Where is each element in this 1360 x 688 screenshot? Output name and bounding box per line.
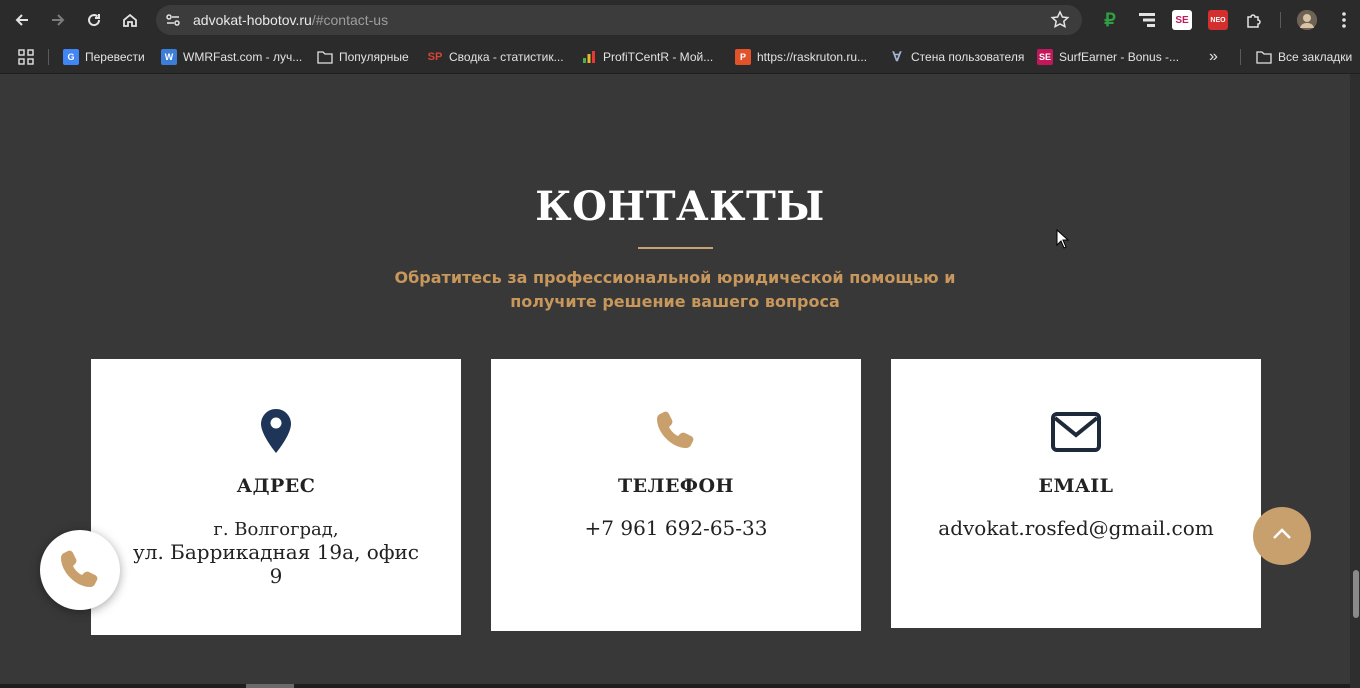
surfearner-extension-icon[interactable]: SE: [1172, 10, 1192, 30]
envelope-icon: [891, 412, 1261, 452]
site-settings-icon[interactable]: [164, 11, 182, 29]
sp-icon: SP: [427, 51, 443, 63]
chevron-up-icon: [1272, 527, 1292, 545]
bookmark-translate[interactable]: G Перевести: [63, 48, 145, 66]
surfearner-icon: SE: [1037, 49, 1053, 65]
url-text[interactable]: advokat-hobotov.ru/#contact-us: [193, 12, 388, 28]
bookmark-profitcentr[interactable]: ProfiTCentR - Мой...: [581, 48, 713, 66]
title-underline: [638, 247, 713, 249]
ruble-extension-icon[interactable]: ₽: [1100, 10, 1120, 30]
apps-grid-icon[interactable]: [18, 48, 34, 66]
email-heading: EMAIL: [1038, 475, 1114, 497]
mouse-cursor-icon: [1056, 228, 1070, 249]
all-bookmarks-label: Все закладки: [1278, 50, 1353, 64]
bookmark-label: WMRFast.com - луч...: [183, 50, 303, 64]
contacts-subtitle: Обратитесь за профессиональной юридическ…: [394, 268, 956, 311]
more-bookmarks-chevron-icon[interactable]: »: [1209, 48, 1218, 66]
google-translate-icon: G: [63, 49, 79, 65]
phone-icon: [491, 409, 861, 449]
bookmark-user-wall[interactable]: ∀ Стена пользователя: [889, 48, 1025, 66]
raskruton-icon: P: [735, 49, 751, 65]
bookmark-wmrfast[interactable]: W WMRFast.com - луч...: [161, 48, 302, 66]
horizontal-scrollbar-thumb[interactable]: [246, 684, 294, 688]
phone-icon: [60, 548, 100, 593]
extensions-puzzle-icon[interactable]: [1244, 10, 1264, 30]
bookmark-folder-popular[interactable]: Популярные: [317, 48, 409, 66]
home-icon[interactable]: [118, 8, 142, 32]
bookmark-label: ProfiTCentR - Мой...: [603, 50, 714, 64]
vk-icon: ∀: [892, 49, 902, 64]
phone-number[interactable]: +7 961 692-65-33: [491, 516, 861, 540]
bookmark-label: https://raskruton.ru...: [757, 50, 868, 64]
address-bar[interactable]: advokat-hobotov.ru/#contact-us: [156, 5, 1082, 35]
browser-toolbar: advokat-hobotov.ru/#contact-us ₽ SE NEO: [0, 0, 1360, 40]
profile-avatar[interactable]: [1297, 10, 1317, 30]
url-path: /#contact-us: [311, 12, 389, 28]
bookmark-raskruton[interactable]: P https://raskruton.ru...: [735, 48, 867, 66]
menu-extension-icon[interactable]: [1137, 10, 1157, 30]
call-button[interactable]: [40, 530, 120, 610]
bookmark-star-icon[interactable]: [1050, 10, 1070, 30]
scroll-to-top-button[interactable]: [1253, 507, 1311, 565]
bookmarks-divider: [1240, 49, 1241, 65]
scrollbar-thumb[interactable]: [1353, 570, 1359, 618]
bookmark-label: Популярные: [339, 50, 409, 64]
email-address[interactable]: advokat.rosfed@gmail.com: [891, 516, 1261, 540]
reload-icon[interactable]: [82, 8, 106, 32]
toolbar-divider: [1280, 12, 1281, 28]
neo-extension-icon[interactable]: NEO: [1208, 10, 1228, 30]
email-card: EMAIL advokat.rosfed@gmail.com: [891, 359, 1261, 628]
address-street: ул. Баррикадная 19а, офис 9: [132, 540, 420, 588]
address-city: г. Волгоград,: [213, 519, 339, 540]
url-host: advokat-hobotov.ru: [193, 12, 312, 28]
wmrfast-icon: W: [161, 49, 177, 65]
all-bookmarks-folder[interactable]: Все закладки: [1256, 48, 1352, 66]
bookmark-surfearner[interactable]: SE SurfEarner - Bonus -...: [1037, 48, 1179, 66]
map-pin-icon: [91, 409, 461, 453]
horizontal-scrollbar[interactable]: [0, 684, 1350, 688]
address-heading: АДРЕС: [236, 475, 316, 497]
back-icon[interactable]: [10, 8, 34, 32]
phone-heading: ТЕЛЕФОН: [618, 475, 734, 497]
forward-icon[interactable]: [46, 8, 70, 32]
bookmark-label: Стена пользователя: [911, 50, 1025, 64]
bookmarks-bar: G Перевести W WMRFast.com - луч... Попул…: [0, 40, 1360, 74]
bookmark-svodka[interactable]: SP Сводка - статистик...: [427, 48, 564, 66]
folder-icon: [1256, 49, 1272, 65]
profitcentr-icon: [581, 49, 597, 65]
browser-menu-icon[interactable]: [1334, 10, 1354, 30]
bookmark-label: Перевести: [85, 50, 145, 64]
bookmark-label: Сводка - статистик...: [449, 50, 564, 64]
bookmark-label: SurfEarner - Bonus -...: [1059, 50, 1180, 64]
folder-icon: [317, 49, 333, 65]
bookmarks-divider: [48, 49, 49, 65]
contacts-title: КОНТАКТЫ: [535, 183, 825, 230]
phone-card: ТЕЛЕФОН +7 961 692-65-33: [491, 359, 861, 631]
address-card: АДРЕС г. Волгоград, ул. Баррикадная 19а,…: [91, 359, 461, 635]
